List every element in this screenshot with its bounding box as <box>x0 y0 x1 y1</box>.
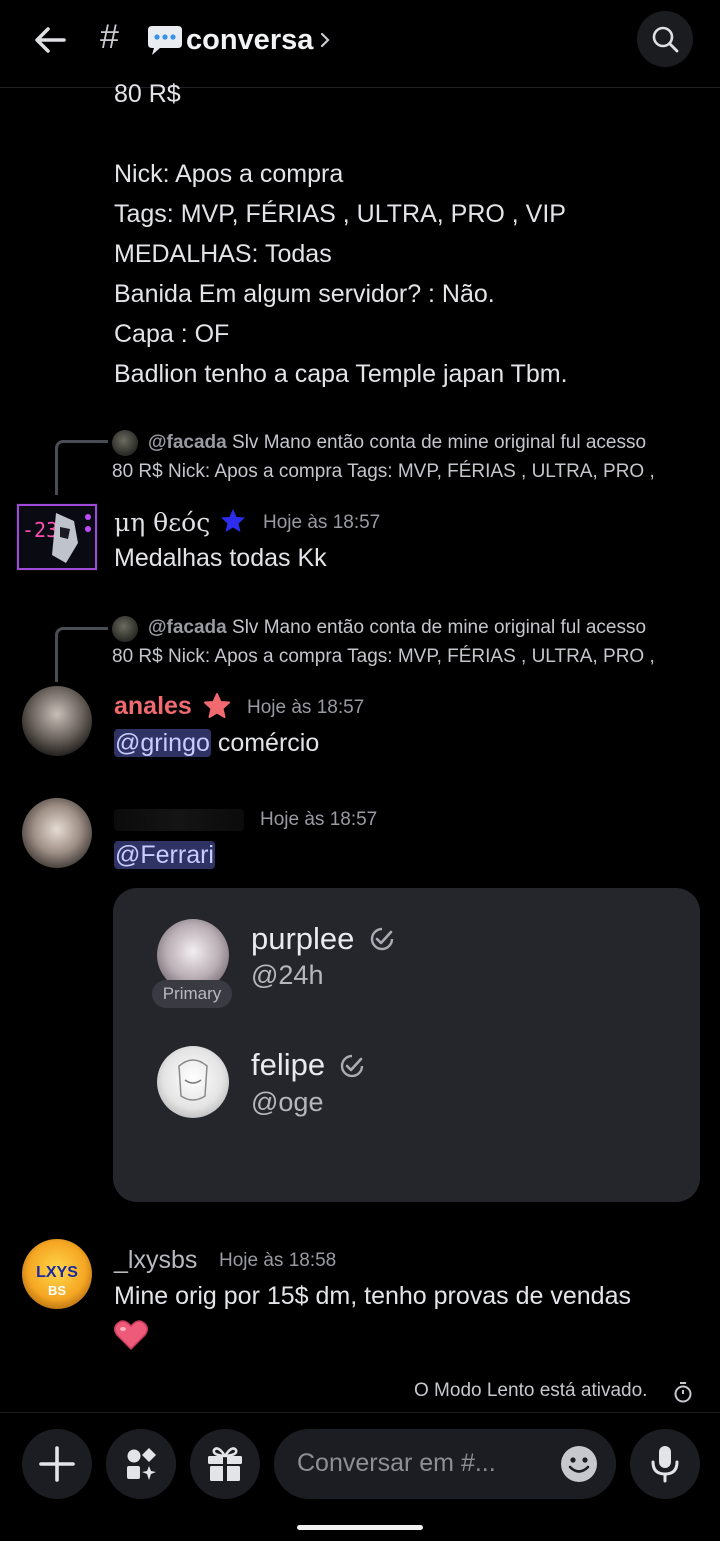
reply-connector <box>55 627 108 682</box>
account-name[interactable]: purplee <box>251 921 354 957</box>
back-arrow-icon[interactable] <box>30 20 70 60</box>
primary-badge: Primary <box>152 980 232 1008</box>
message-text: Mine orig por 15$ dm, tenho provas de ve… <box>114 1282 631 1310</box>
verified-check-icon <box>340 1054 364 1078</box>
channel-hash-icon: # <box>100 18 119 56</box>
reply-avatar[interactable] <box>112 616 138 642</box>
composer-divider <box>0 1412 720 1413</box>
user-mention[interactable]: @gringo <box>114 729 211 757</box>
message-text-rest: comércio <box>210 729 320 757</box>
message-text: Medalhas todas Kk <box>114 544 327 572</box>
reply-text-line: Slv Mano então conta de mine original fu… <box>232 617 647 638</box>
add-attachment-button[interactable] <box>22 1429 92 1499</box>
message-line: 80 R$ <box>114 80 181 108</box>
reply-text-line: Slv Mano então conta de mine original fu… <box>232 432 647 453</box>
microphone-icon <box>651 1446 679 1483</box>
channel-name[interactable]: conversa <box>186 24 313 57</box>
search-button[interactable] <box>637 11 693 67</box>
message-text: @Ferrari <box>114 841 215 870</box>
reply-text-line[interactable]: 80 R$ Nick: Apos a compra Tags: MVP, FÉR… <box>112 461 655 483</box>
reply-avatar[interactable] <box>112 430 138 456</box>
reply-preview[interactable]: @facada Slv Mano então conta de mine ori… <box>148 617 646 639</box>
account-name[interactable]: felipe <box>251 1047 325 1083</box>
avatar[interactable]: -23 <box>16 503 98 571</box>
search-icon <box>652 26 679 53</box>
message-line: Nick: Apos a compra <box>114 160 344 188</box>
gift-button[interactable] <box>190 1429 260 1499</box>
apps-button[interactable] <box>106 1429 176 1499</box>
slow-mode-notice: O Modo Lento está ativado. <box>414 1380 648 1401</box>
user-mention[interactable]: @Ferrari <box>114 841 215 869</box>
star-badge-icon <box>204 693 230 718</box>
reply-preview[interactable]: @facada Slv Mano então conta de mine ori… <box>148 432 646 454</box>
verified-check-icon <box>370 927 394 951</box>
account-handle: @24h <box>251 960 324 990</box>
message-line: MEDALHAS: Todas <box>114 240 332 268</box>
timestamp: Hoje às 18:58 <box>219 1250 337 1271</box>
message-line: Tags: MVP, FÉRIAS , ULTRA, PRO , VIP <box>114 200 566 228</box>
plus-icon <box>39 1446 75 1482</box>
voice-message-button[interactable] <box>630 1429 700 1499</box>
composer-placeholder: Conversar em #... <box>297 1449 496 1477</box>
star-badge-icon <box>221 509 245 532</box>
avatar[interactable]: LXYS BS <box>22 1239 92 1309</box>
home-indicator[interactable] <box>297 1525 423 1530</box>
stopwatch-icon <box>674 1382 692 1403</box>
avatar-logo-subtext: BS <box>48 1283 66 1298</box>
reply-author: @facada <box>148 432 227 453</box>
channel-header: # conversa <box>0 0 720 88</box>
username[interactable]: μη θεός <box>114 508 210 537</box>
username[interactable]: _lxysbs <box>114 1246 197 1275</box>
emoji-icon[interactable] <box>560 1445 598 1483</box>
avatar-logo-text: LXYS <box>36 1264 78 1281</box>
timestamp: Hoje às 18:57 <box>263 512 381 533</box>
message-line: Capa : OF <box>114 320 230 348</box>
account-handle: @oge <box>251 1087 324 1117</box>
avatar[interactable] <box>22 798 92 868</box>
heart-icon <box>114 1320 148 1351</box>
gift-icon <box>208 1447 242 1481</box>
message-text: @gringo comércio <box>114 729 319 758</box>
timestamp: Hoje às 18:57 <box>260 809 378 830</box>
message-line: Badlion tenho a capa Temple japan Tbm. <box>114 360 568 388</box>
username[interactable]: anales <box>114 692 192 721</box>
svg-text:-23: -23 <box>22 518 58 542</box>
username-obscured[interactable] <box>114 809 244 831</box>
speech-balloon-icon <box>148 26 182 55</box>
timestamp: Hoje às 18:57 <box>247 697 365 718</box>
chevron-right-icon[interactable] <box>318 30 332 50</box>
reply-text-line[interactable]: 80 R$ Nick: Apos a compra Tags: MVP, FÉR… <box>112 646 655 668</box>
reply-author: @facada <box>148 617 227 638</box>
message-composer-input[interactable]: Conversar em #... <box>274 1429 616 1499</box>
message-line: Banida Em algum servidor? : Não. <box>114 280 495 308</box>
avatar[interactable] <box>22 686 92 756</box>
reply-connector <box>55 440 108 495</box>
account-avatar[interactable] <box>157 1046 229 1118</box>
apps-icon <box>127 1448 156 1480</box>
